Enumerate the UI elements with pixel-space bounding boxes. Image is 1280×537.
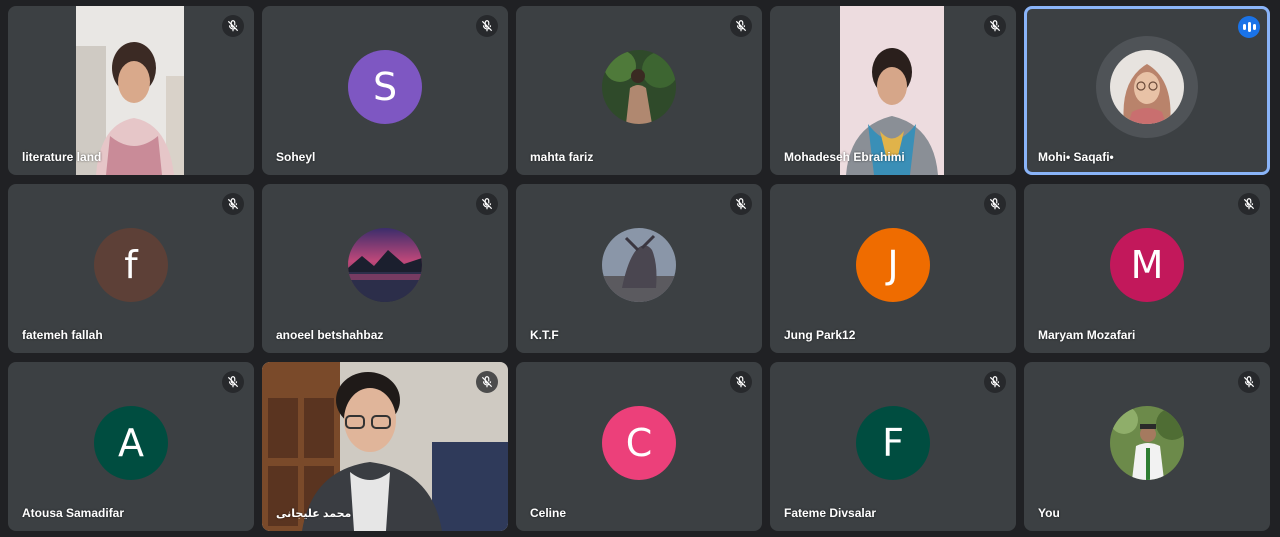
- participant-tile-literature-land[interactable]: literature land: [8, 6, 254, 175]
- participant-tile-celine[interactable]: C Celine: [516, 362, 762, 531]
- participant-name: You: [1038, 506, 1060, 520]
- avatar: C: [602, 406, 676, 481]
- participant-tile-mohi-saqafi[interactable]: Mohi• Saqafi•: [1024, 6, 1270, 175]
- speaking-indicator-icon: [1238, 16, 1260, 38]
- mic-off-icon: [222, 371, 244, 393]
- participant-name: Celine: [530, 506, 567, 520]
- participant-name: Fateme Divsalar: [784, 506, 877, 520]
- participant-tile-soheyl[interactable]: S Soheyl: [262, 6, 508, 175]
- participant-tile-ktf[interactable]: K.T.F: [516, 184, 762, 353]
- avatar: M: [1110, 228, 1184, 303]
- mic-off-icon: [1238, 371, 1260, 393]
- participant-name: محمد علیجانی: [276, 508, 352, 520]
- mic-off-icon: [1238, 193, 1260, 215]
- participant-tile-maryam-mozafari[interactable]: M Maryam Mozafari: [1024, 184, 1270, 353]
- participant-name: Soheyl: [276, 150, 316, 164]
- participant-grid: literature land S Soheyl mahta fariz Moh…: [8, 6, 1270, 531]
- participant-name: Maryam Mozafari: [1038, 328, 1136, 342]
- mic-off-icon: [984, 371, 1006, 393]
- mic-off-icon: [476, 371, 498, 393]
- avatar: [1110, 406, 1184, 481]
- participant-tile-fateme-divsalar[interactable]: F Fateme Divsalar: [770, 362, 1016, 531]
- mic-off-icon: [222, 15, 244, 37]
- participant-name: literature land: [22, 150, 102, 164]
- mic-off-icon: [730, 371, 752, 393]
- participant-name: fatemeh fallah: [22, 328, 103, 342]
- mic-off-icon: [476, 15, 498, 37]
- avatar: [348, 228, 422, 303]
- mic-off-icon: [730, 15, 752, 37]
- avatar: A: [94, 406, 168, 481]
- participant-tile-jung-park12[interactable]: J Jung Park12: [770, 184, 1016, 353]
- avatar: F: [856, 406, 930, 481]
- participant-name: Mohadeseh Ebrahimi: [784, 150, 905, 164]
- avatar: [1110, 50, 1184, 125]
- participant-name: Jung Park12: [784, 328, 856, 342]
- participant-name: Atousa Samadifar: [22, 506, 125, 520]
- participant-name: anoeel betshahbaz: [276, 328, 384, 342]
- participant-tile-mohadeseh-ebrahimi[interactable]: Mohadeseh Ebrahimi: [770, 6, 1016, 175]
- participant-video: [262, 362, 508, 531]
- participant-tile-atousa-samadifar[interactable]: A Atousa Samadifar: [8, 362, 254, 531]
- mic-off-icon: [984, 15, 1006, 37]
- mic-off-icon: [222, 193, 244, 215]
- avatar: S: [348, 50, 422, 125]
- participant-tile-fatemeh-fallah[interactable]: f fatemeh fallah: [8, 184, 254, 353]
- participant-tile-mahta-fariz[interactable]: mahta fariz: [516, 6, 762, 175]
- mic-off-icon: [476, 193, 498, 215]
- participant-name: Mohi• Saqafi•: [1038, 150, 1114, 164]
- participant-name: K.T.F: [530, 328, 559, 342]
- avatar: f: [94, 228, 168, 303]
- mic-off-icon: [984, 193, 1006, 215]
- participant-tile-you[interactable]: You: [1024, 362, 1270, 531]
- avatar: [602, 228, 676, 303]
- participant-name: mahta fariz: [530, 150, 594, 164]
- avatar: J: [856, 228, 930, 303]
- participant-tile-mohammad-alijani[interactable]: محمد علیجانی: [262, 362, 508, 531]
- mic-off-icon: [730, 193, 752, 215]
- avatar: [602, 50, 676, 125]
- participant-tile-anoeel-betshahbaz[interactable]: anoeel betshahbaz: [262, 184, 508, 353]
